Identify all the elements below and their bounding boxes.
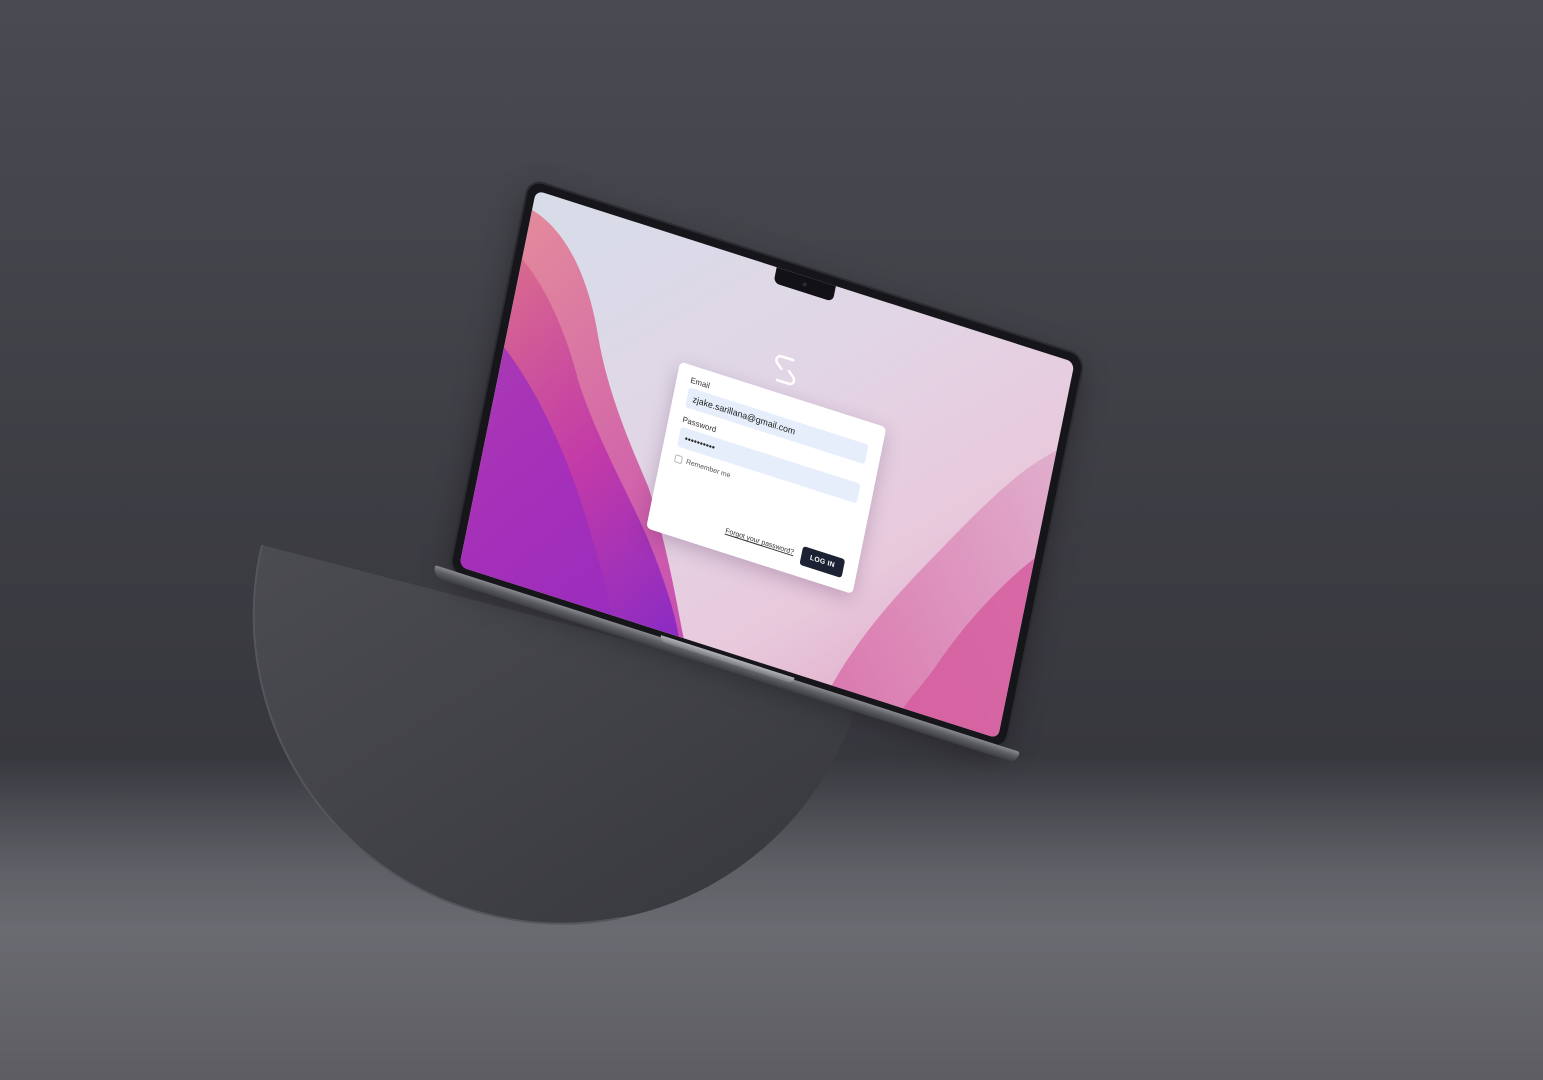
scene: Email zjake.sarillana@gmail.com Password…: [0, 0, 1543, 1080]
camera-icon: [802, 281, 808, 288]
login-button[interactable]: LOG IN: [799, 545, 846, 579]
remember-checkbox[interactable]: [673, 454, 684, 465]
forgot-password-link[interactable]: Forgot your password?: [725, 528, 795, 557]
